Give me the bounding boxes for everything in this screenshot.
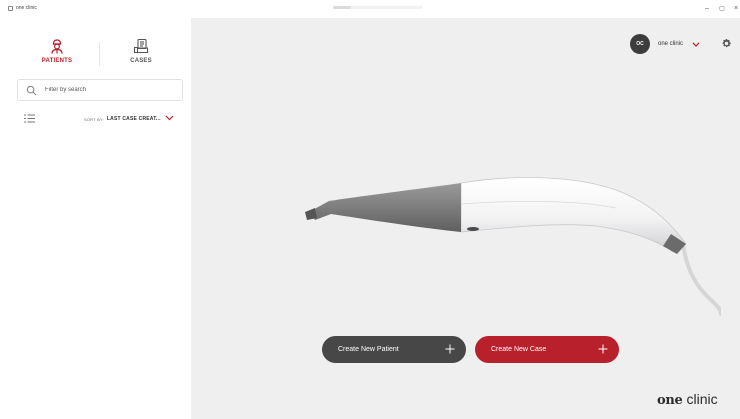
main-area: OC one clinic Create New Patient Create … [191, 18, 740, 419]
sort-by-label: SORT BY: [84, 116, 104, 122]
chevron-down-icon[interactable] [165, 115, 174, 121]
avatar: OC [630, 34, 650, 54]
patient-icon [51, 39, 63, 54]
cases-icon [133, 38, 149, 54]
title-bar: one clinic – ▢ × [0, 0, 740, 18]
tab-cases[interactable]: CASES [119, 38, 163, 64]
sort-by-dropdown[interactable]: SORT BY: LAST CASE CREAT... [84, 116, 161, 122]
account-name: one clinic [658, 41, 684, 47]
create-new-patient-label: Create New Patient [338, 346, 399, 353]
intraoral-scanner-image [305, 177, 721, 316]
app-title-text: one clinic [16, 5, 37, 11]
tab-patients[interactable]: PATIENTS [35, 38, 79, 64]
search-icon [26, 85, 37, 96]
tab-cases-label: CASES [130, 58, 152, 64]
search-box [17, 79, 183, 101]
minimize-button[interactable]: – [701, 3, 713, 15]
plus-icon [598, 344, 608, 354]
brand-logo-clinic: clinic [686, 391, 718, 407]
brand-logo-one: one [657, 393, 683, 408]
account-menu[interactable]: OC one clinic [630, 34, 700, 54]
search-input[interactable] [45, 83, 177, 97]
title-bar-drag-area [333, 6, 423, 9]
close-button[interactable]: × [730, 3, 740, 15]
tab-divider [99, 42, 100, 66]
create-new-patient-button[interactable]: Create New Patient [322, 336, 466, 363]
tab-patients-label: PATIENTS [41, 58, 73, 64]
app-title: one clinic [8, 5, 37, 11]
create-new-case-button[interactable]: Create New Case [475, 336, 619, 363]
sort-row: SORT BY: LAST CASE CREAT... [17, 111, 183, 127]
sidebar: PATIENTS CASES SORT BY: LAST CASE CREAT.… [0, 18, 191, 419]
app-icon [8, 5, 13, 11]
chevron-down-icon [692, 41, 700, 47]
create-new-case-label: Create New Case [491, 346, 547, 353]
gear-icon[interactable] [721, 38, 732, 49]
filter-list-icon[interactable] [24, 114, 35, 123]
brand-logo: one clinic [657, 391, 718, 408]
maximize-button[interactable]: ▢ [716, 3, 728, 15]
sort-by-value: LAST CASE CREAT... [106, 116, 161, 122]
plus-icon [445, 344, 455, 354]
